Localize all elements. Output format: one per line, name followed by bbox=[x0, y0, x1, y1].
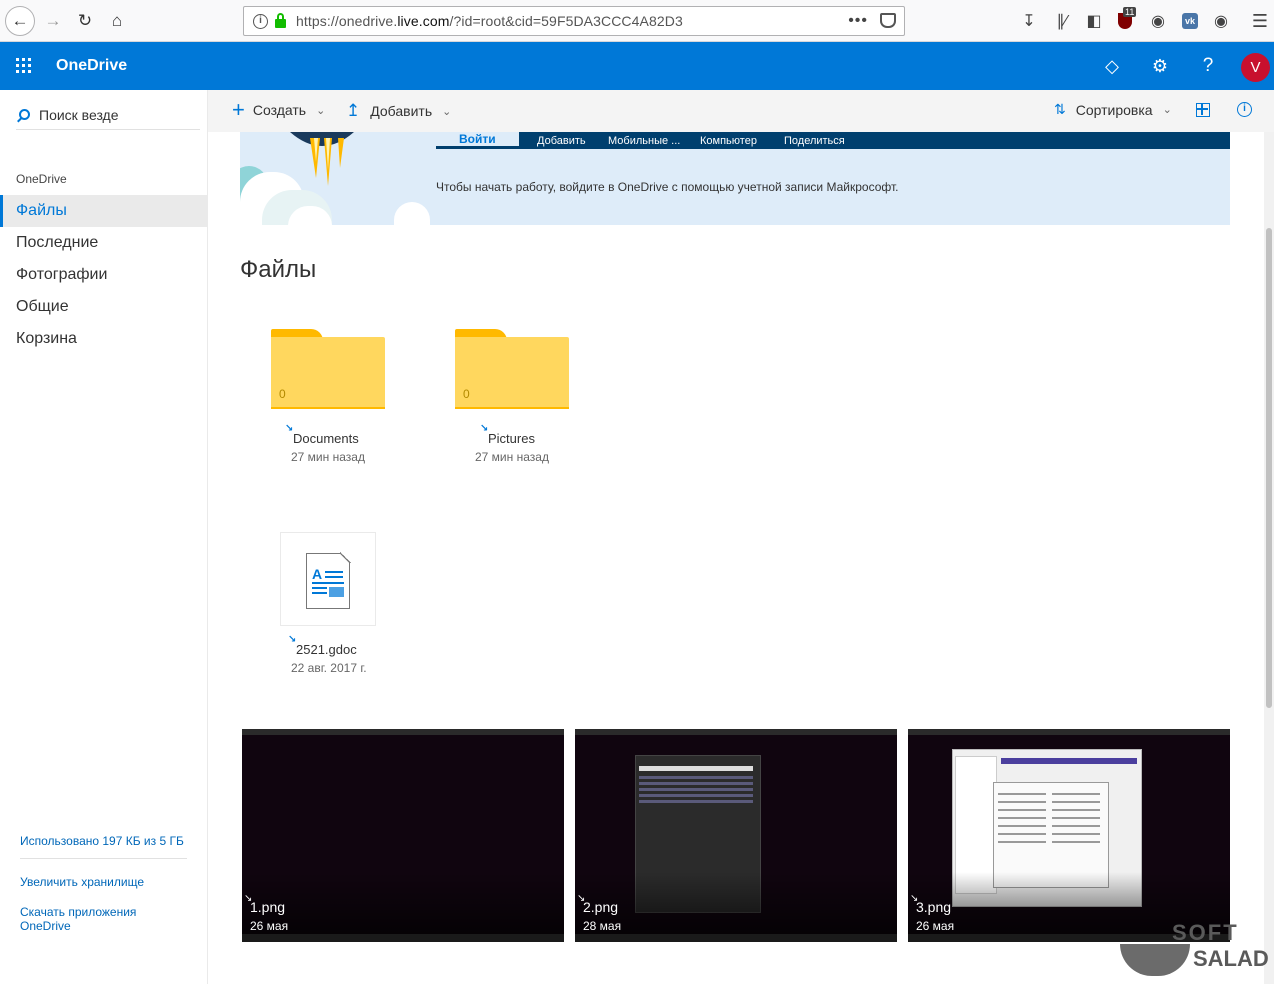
get-apps-link-line1: Скачать приложения bbox=[20, 905, 137, 919]
browser-toolbar: ← → ↻ ⌂ i https://onedrive.live.com/?id=… bbox=[0, 0, 1274, 42]
pocket-icon[interactable] bbox=[880, 13, 896, 28]
view-grid-icon[interactable] bbox=[1196, 103, 1210, 117]
upgrade-storage-link[interactable]: Увеличить хранилище bbox=[20, 875, 144, 889]
scrollbar-thumb[interactable] bbox=[1266, 228, 1272, 708]
sidebar-item-recycle-bin[interactable]: Корзина bbox=[0, 323, 207, 355]
lock-icon[interactable] bbox=[275, 12, 286, 28]
sidebar-item-recent[interactable]: Последние bbox=[0, 227, 207, 259]
address-bar[interactable]: i https://onedrive.live.com/?id=root&cid… bbox=[243, 6, 905, 36]
upload-button[interactable]: ↥ Добавить ⌄ bbox=[346, 101, 451, 121]
tab-computer[interactable]: Компьютер bbox=[700, 132, 757, 149]
watermark-line1: SOFT bbox=[1172, 920, 1239, 945]
sign-in-banner: Войти Добавить Мобильные ... Компьютер П… bbox=[240, 132, 1230, 225]
search-box[interactable]: Поиск везде bbox=[16, 100, 200, 130]
sync-extension-icon[interactable]: ◉ bbox=[1148, 11, 1168, 31]
image-name: 3.png bbox=[916, 899, 952, 915]
sidebar-icon[interactable]: ◧ bbox=[1084, 11, 1104, 31]
folder-icon bbox=[271, 337, 385, 409]
search-placeholder: Поиск везде bbox=[39, 106, 119, 123]
home-button[interactable]: ⌂ bbox=[102, 6, 132, 36]
upload-arrow-icon: ↥ bbox=[346, 101, 361, 120]
document-icon-letter: A bbox=[312, 566, 323, 582]
file-name[interactable]: 2521.gdoc bbox=[296, 642, 357, 657]
reload-button[interactable]: ↻ bbox=[70, 6, 100, 36]
watermark-line2: SALAD bbox=[1193, 946, 1269, 971]
page-title: Файлы bbox=[240, 256, 317, 283]
document-icon: A bbox=[306, 552, 351, 609]
banner-illustration bbox=[394, 202, 430, 225]
image-date: 26 мая bbox=[916, 919, 955, 933]
banner-message: Чтобы начать работу, войдите в OneDrive … bbox=[436, 180, 899, 194]
folder-name[interactable]: Documents bbox=[293, 431, 359, 446]
folder-icon bbox=[455, 337, 569, 409]
chevron-down-icon: ⌄ bbox=[442, 105, 452, 118]
create-label: Создать bbox=[252, 102, 307, 118]
image-tile[interactable]: ↘ 1.png 26 мая bbox=[242, 729, 564, 942]
sidebar-item-files[interactable]: Файлы bbox=[0, 195, 207, 227]
image-date: 26 мая bbox=[250, 919, 289, 933]
divider bbox=[20, 858, 187, 859]
nav-section-label: OneDrive bbox=[16, 172, 67, 186]
site-info-icon[interactable]: i bbox=[253, 13, 268, 29]
extension-badge: 11 bbox=[1123, 7, 1137, 17]
help-icon[interactable]: ? bbox=[1197, 55, 1219, 77]
settings-gear-icon[interactable]: ⚙ bbox=[1149, 55, 1171, 77]
image-tile[interactable]: ↘ 2.png 28 мая bbox=[575, 729, 897, 942]
get-apps-link[interactable]: Скачать приложения OneDrive bbox=[20, 905, 136, 933]
create-button[interactable]: + Создать ⌄ bbox=[232, 97, 326, 122]
ublock-icon[interactable]: 11 bbox=[1115, 7, 1137, 31]
folder-tile[interactable]: 0 bbox=[271, 329, 387, 413]
url-text: https://onedrive.live.com/?id=root&cid=5… bbox=[296, 13, 683, 29]
sort-label: Сортировка bbox=[1075, 101, 1153, 118]
sort-icon: ⇅ bbox=[1054, 101, 1066, 117]
sidebar-item-shared[interactable]: Общие bbox=[0, 291, 207, 323]
back-button[interactable]: ← bbox=[5, 6, 35, 36]
sidebar-item-photos[interactable]: Фотографии bbox=[0, 259, 207, 291]
downloads-icon[interactable]: ↧ bbox=[1019, 11, 1039, 31]
app-launcher-icon[interactable] bbox=[16, 58, 32, 74]
app-title[interactable]: OneDrive bbox=[56, 57, 127, 75]
get-apps-link-line2: OneDrive bbox=[20, 919, 71, 933]
softsalad-watermark-logo: SOFT SALAD bbox=[1120, 920, 1270, 980]
premium-diamond-icon[interactable]: ◇ bbox=[1101, 55, 1123, 77]
chevron-down-icon: ⌄ bbox=[316, 104, 326, 117]
details-pane-info-icon[interactable]: i bbox=[1237, 102, 1252, 117]
plus-icon: + bbox=[232, 97, 245, 122]
tab-add[interactable]: Добавить bbox=[537, 132, 586, 149]
image-tile[interactable]: ↘ 3.png 26 мая bbox=[908, 729, 1230, 942]
avatar[interactable]: V bbox=[1241, 53, 1270, 82]
folder-tile[interactable]: 0 bbox=[455, 329, 571, 413]
file-date: 22 авг. 2017 г. bbox=[291, 661, 367, 675]
image-date: 28 мая bbox=[583, 919, 622, 933]
menu-icon[interactable]: ☰ bbox=[1250, 11, 1270, 31]
folder-name[interactable]: Pictures bbox=[488, 431, 535, 446]
vk-icon[interactable]: vk bbox=[1180, 11, 1200, 31]
left-navigation: Поиск везде OneDrive Файлы Последние Фот… bbox=[0, 90, 208, 984]
rocket-illustration bbox=[290, 132, 354, 186]
storage-usage-link[interactable]: Использовано 197 КБ из 5 ГБ bbox=[20, 834, 184, 848]
folder-date: 27 мин назад bbox=[475, 450, 549, 464]
chevron-down-icon: ⌄ bbox=[1162, 104, 1172, 116]
onedrive-header: OneDrive ◇ ⚙ ? V bbox=[0, 42, 1274, 90]
image-name: 2.png bbox=[583, 899, 619, 915]
tab-sign-in[interactable]: Войти bbox=[436, 132, 519, 146]
folder-item-count: 0 bbox=[463, 387, 470, 401]
page-actions-menu[interactable]: ••• bbox=[848, 12, 868, 30]
upload-label: Добавить bbox=[370, 103, 433, 119]
search-icon bbox=[19, 109, 30, 120]
library-icon[interactable]: ∥⁄ bbox=[1052, 11, 1072, 31]
account-icon[interactable]: ◉ bbox=[1211, 11, 1231, 31]
tab-share[interactable]: Поделиться bbox=[784, 132, 845, 149]
tab-mobile[interactable]: Мобильные ... bbox=[608, 132, 680, 149]
folder-item-count: 0 bbox=[279, 387, 286, 401]
folder-date: 27 мин назад bbox=[291, 450, 365, 464]
file-tile[interactable]: A bbox=[280, 532, 376, 626]
forward-button[interactable]: → bbox=[38, 6, 68, 36]
sort-button[interactable]: ⇅ Сортировка ⌄ bbox=[1054, 101, 1172, 118]
image-name: 1.png bbox=[250, 899, 286, 915]
command-bar: + Создать ⌄ ↥ Добавить ⌄ ⇅ Сортировка ⌄ … bbox=[208, 90, 1274, 132]
